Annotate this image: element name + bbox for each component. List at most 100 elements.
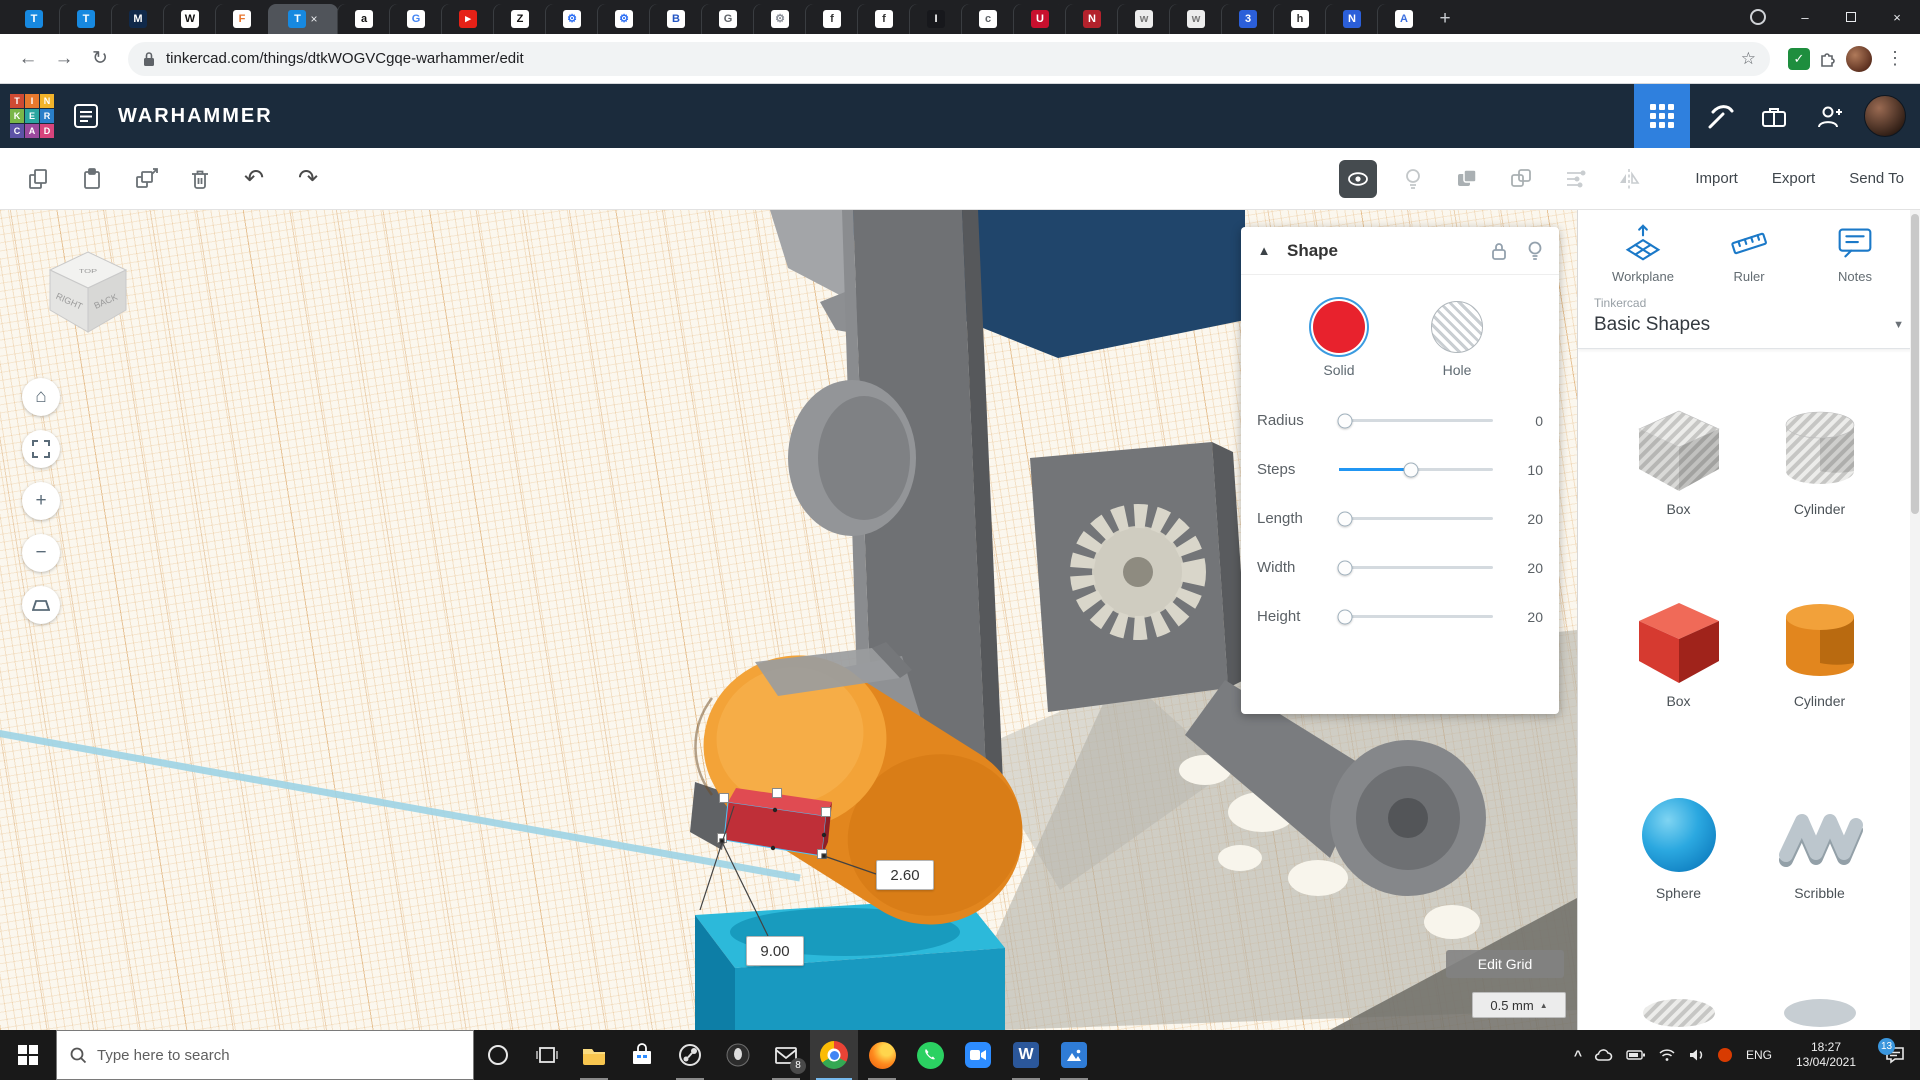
browser-tab[interactable]: a (338, 4, 390, 34)
browser-tab[interactable]: ▸ (442, 4, 494, 34)
light-bulb-icon[interactable] (1391, 157, 1435, 201)
browser-tab[interactable]: U (1014, 4, 1066, 34)
design-menu-icon[interactable] (66, 96, 106, 136)
slider-track[interactable] (1339, 615, 1493, 618)
browser-tab[interactable]: I (910, 4, 962, 34)
browser-tab[interactable]: N (1326, 4, 1378, 34)
battery-icon[interactable] (1626, 1049, 1646, 1061)
alienware-button[interactable] (714, 1030, 762, 1080)
user-avatar[interactable] (1864, 95, 1906, 137)
browser-tab[interactable]: T (8, 4, 60, 34)
scrollbar-thumb[interactable] (1911, 214, 1919, 514)
bookmark-star-icon[interactable]: ☆ (1741, 49, 1756, 69)
browser-profile-avatar[interactable] (1846, 46, 1872, 72)
undo-icon[interactable]: ↶ (232, 157, 276, 201)
add-user-icon[interactable] (1802, 84, 1858, 148)
shape-item-sphere[interactable]: Sphere (1631, 791, 1727, 901)
slider-knob[interactable] (1338, 560, 1353, 575)
taskbar-clock[interactable]: 18:27 13/04/2021 (1786, 1040, 1866, 1070)
hole-swatch[interactable] (1431, 301, 1483, 353)
new-tab-button[interactable]: + (1430, 4, 1460, 34)
fit-view-button[interactable] (22, 430, 60, 468)
viewport-canvas[interactable]: TOP RIGHT BACK ⌂ + − 2.60 9.00 Edit Grid… (0, 210, 1577, 1030)
sidebar-scrollbar[interactable] (1910, 210, 1920, 1030)
slider-track[interactable] (1339, 566, 1493, 569)
mirror-flip-icon[interactable] (1607, 157, 1651, 201)
shape-item-box-hole[interactable]: Box (1631, 407, 1727, 517)
taskbar-search[interactable] (56, 1030, 474, 1080)
file-explorer-button[interactable] (570, 1030, 618, 1080)
browser-tab-active[interactable]: T× (268, 4, 338, 34)
task-view-button[interactable] (522, 1030, 570, 1080)
home-view-button[interactable]: ⌂ (22, 378, 60, 416)
browser-menu-icon[interactable]: ⋮ (1886, 48, 1904, 69)
bricks-toolbox-icon[interactable] (1746, 84, 1802, 148)
copy-icon[interactable] (16, 157, 60, 201)
workplane-tool[interactable]: Workplane (1593, 220, 1693, 284)
antivirus-tray-icon[interactable] (1718, 1048, 1732, 1062)
perspective-toggle-button[interactable] (22, 586, 60, 624)
redo-icon[interactable]: ↷ (286, 157, 330, 201)
volume-icon[interactable] (1688, 1048, 1706, 1062)
tab-search-icon[interactable] (1750, 9, 1766, 25)
address-bar[interactable]: tinkercad.com/things/dtkWOGVCgqe-warhamm… (128, 42, 1770, 76)
shape-library-select[interactable]: Tinkercad Basic Shapes ▼ (1578, 284, 1920, 349)
export-button[interactable]: Export (1772, 170, 1815, 187)
dimension-length-field[interactable]: 9.00 (746, 936, 804, 966)
browser-tab[interactable]: Z (494, 4, 546, 34)
browser-tab[interactable]: c (962, 4, 1014, 34)
zoom-button[interactable] (954, 1030, 1002, 1080)
delete-icon[interactable] (178, 157, 222, 201)
view-cube[interactable]: TOP RIGHT BACK (38, 244, 138, 344)
browser-tab[interactable]: w (1118, 4, 1170, 34)
slider-track[interactable] (1339, 419, 1493, 422)
window-close-button[interactable]: × (1874, 0, 1920, 34)
hide-shape-bulb-icon[interactable] (1525, 240, 1545, 262)
browser-tab[interactable]: M (112, 4, 164, 34)
import-button[interactable]: Import (1695, 170, 1738, 187)
browser-tab[interactable]: W (164, 4, 216, 34)
mail-button[interactable]: 8 (762, 1030, 810, 1080)
browser-tab[interactable]: 3 (1222, 4, 1274, 34)
send-to-button[interactable]: Send To (1849, 170, 1904, 187)
shape-item-box[interactable]: Box (1631, 599, 1727, 709)
browser-tab[interactable]: f (806, 4, 858, 34)
shape-item-scribble[interactable]: Scribble (1772, 791, 1868, 901)
browser-tab[interactable]: w (1170, 4, 1222, 34)
browser-tab[interactable]: h (1274, 4, 1326, 34)
slider-knob[interactable] (1404, 462, 1419, 477)
browser-tab[interactable]: G (390, 4, 442, 34)
language-indicator[interactable]: ENG (1744, 1048, 1774, 1062)
dashboard-grid-button[interactable] (1634, 84, 1690, 148)
window-maximize-button[interactable] (1828, 0, 1874, 34)
hip-joint[interactable] (788, 380, 916, 536)
notes-tool[interactable]: Notes (1805, 220, 1905, 284)
design-title[interactable]: WARHAMMER (118, 105, 273, 128)
collapse-panel-icon[interactable]: ▲ (1241, 227, 1287, 275)
browser-tab[interactable]: f (858, 4, 910, 34)
steam-button[interactable] (666, 1030, 714, 1080)
chrome-button[interactable] (810, 1030, 858, 1080)
browser-tab[interactable]: F (216, 4, 268, 34)
start-button[interactable] (0, 1030, 56, 1080)
onedrive-cloud-icon[interactable] (1594, 1047, 1614, 1063)
edit-grid-button[interactable]: Edit Grid (1446, 950, 1564, 978)
gear-panel[interactable] (1030, 442, 1248, 712)
group-icon[interactable] (1445, 157, 1489, 201)
minecraft-pickaxe-icon[interactable] (1690, 84, 1746, 148)
shape-item-cylinder-hole[interactable]: Cylinder (1772, 407, 1868, 517)
zoom-out-button[interactable]: − (22, 534, 60, 572)
word-button[interactable]: W (1002, 1030, 1050, 1080)
ruler-tool[interactable]: Ruler (1699, 220, 1799, 284)
browser-tab[interactable]: ⚙ (598, 4, 650, 34)
browser-tab[interactable]: ⚙ (754, 4, 806, 34)
firefox-button[interactable] (858, 1030, 906, 1080)
browser-tab[interactable]: B (650, 4, 702, 34)
browser-tab[interactable]: G (702, 4, 754, 34)
extensions-puzzle-icon[interactable] (1818, 49, 1838, 69)
slider-track[interactable] (1339, 517, 1493, 520)
hole-option[interactable]: Hole (1431, 301, 1483, 378)
photos-button[interactable] (1050, 1030, 1098, 1080)
tray-expand-icon[interactable]: ^ (1574, 1047, 1582, 1063)
slider-track[interactable] (1339, 468, 1493, 471)
